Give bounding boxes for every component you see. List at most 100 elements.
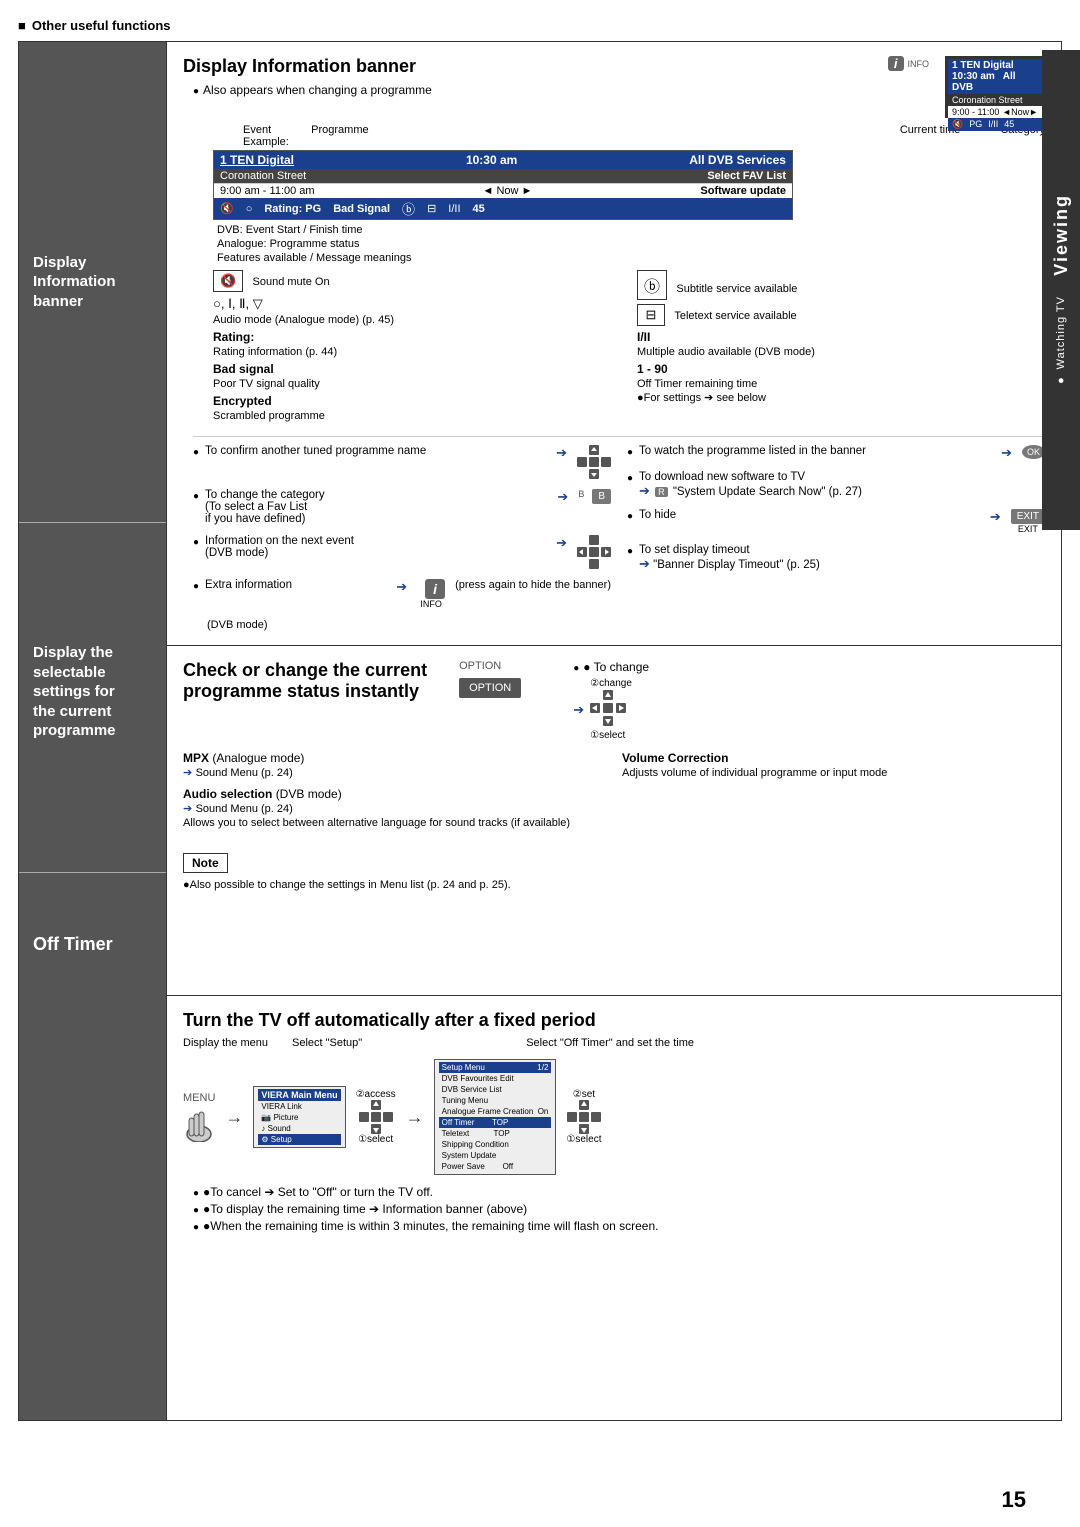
flow-arrow1: → [225, 1107, 243, 1128]
features-note: Features available / Message meanings [217, 252, 1045, 264]
step1-label: Display the menu [183, 1037, 268, 1049]
setup-menu-group: Setup Menu1/2 DVB Favourites Edit DVB Se… [434, 1059, 557, 1175]
symbol-grid: 🔇 Sound mute On ○, Ⅰ, Ⅱ, ▽ Audio mode (A… [213, 270, 1045, 426]
arrow-icon2: ➔ [557, 489, 568, 505]
exit-button-label: EXIT [1018, 524, 1038, 534]
select2-label: ①select [566, 1134, 601, 1145]
sym-audio: ○, Ⅰ, Ⅱ, ▽ Audio mode (Analogue mode) (p… [213, 296, 621, 326]
section2-controls: OPTION OPTION [459, 660, 521, 698]
section2-note: Note ●Also possible to change the settin… [183, 845, 1045, 891]
key-watchprog-text: To watch the programme listed in the ban… [639, 445, 991, 457]
section-display-banner: Display Information banner Also appears … [167, 42, 1061, 646]
audio-mode-symbol: ○, Ⅰ, Ⅱ, ▽ [213, 296, 263, 311]
banner-fav: All DVB Services [689, 153, 786, 167]
tv-screen: 1 TEN Digital 10:30 am All DVB Coronatio… [945, 56, 1045, 118]
exit-button[interactable]: EXIT [1011, 509, 1045, 524]
option-label: OPTION [459, 660, 501, 672]
off-timer-notes: ●To cancel ➔ Set to "Off" or turn the TV… [183, 1185, 1045, 1233]
option-button[interactable]: OPTION [459, 678, 521, 698]
banner-mockup: 1 TEN Digital 10:30 am All DVB Services … [213, 150, 793, 220]
key-confirm-programme: To confirm another tuned programme name … [193, 445, 611, 479]
dpad-updown-icon [577, 445, 611, 479]
change-dpad: ➔ ②change [573, 678, 649, 741]
info-icon: i [888, 56, 904, 71]
sidebar-display-settings-label: Display theselectablesettings forthe cur… [33, 643, 116, 741]
dvb-note: DVB: Event Start / Finish time [217, 224, 1045, 236]
setup-menu: Setup Menu1/2 DVB Favourites Edit DVB Se… [434, 1059, 557, 1175]
viera-item-2: ♪ Sound [258, 1123, 340, 1134]
viewing-label: Viewing [1051, 194, 1072, 276]
sidebar-display-info-label: DisplayInformationbanner [33, 253, 116, 312]
viera-menu-group: VIERA Main Menu VIERA Link 📷 Picture ♪ S… [253, 1086, 345, 1148]
sym-encrypted: Encrypted Scrambled programme [213, 394, 621, 422]
b-button-label: B [578, 489, 584, 499]
b-button[interactable]: B [592, 489, 611, 504]
key-confirm-text: To confirm another tuned programme name [205, 445, 546, 457]
banner-prog: Coronation Street [220, 170, 306, 182]
page: Other useful functions DisplayInformatio… [0, 0, 1080, 1527]
banner-audio-icon: I/II [448, 203, 460, 215]
dpad-leftright-icon [577, 535, 611, 569]
sym-multipleaudio: I/II Multiple audio available (DVB mode) [637, 330, 1045, 358]
section2-title: Check or change the currentprogramme sta… [183, 660, 427, 702]
r-button[interactable]: R [655, 487, 668, 497]
sym-subtitle: ⓑ Subtitle service available [637, 270, 1045, 300]
settings-layout: MPX (Analogue mode) ➔ Sound Menu (p. 24)… [183, 751, 1045, 837]
banner-mute-icon: 🔇 [220, 202, 234, 215]
key-change-category: To change the category(To select a Fav L… [193, 489, 611, 525]
banner-now: ◄ Now ► [483, 185, 533, 197]
section2-tochange: ● To change ➔ ②change [563, 660, 649, 741]
subtitle-symbol: ⓑ [637, 270, 667, 300]
offtimer-label: Off Timer remaining time [637, 378, 757, 390]
keys-col-right: To watch the programme listed in the ban… [627, 445, 1045, 631]
step2-label: Select "Setup" [292, 1037, 362, 1049]
audio-selection-detail: (DVB mode) [276, 787, 342, 801]
key-download-software: To download new software to TV ➔ R "Syst… [627, 471, 1045, 499]
banner-signal: Bad Signal [333, 203, 390, 215]
audio-arrow: ➔ [183, 803, 192, 815]
flash-note: ●When the remaining time is within 3 min… [193, 1219, 1045, 1233]
key-hide-text: To hide [639, 509, 980, 521]
arrow-icon: ➔ [556, 445, 567, 461]
tv-banner-row2: Coronation Street [948, 94, 1042, 106]
key-category-text: To change the category(To select a Fav L… [205, 489, 547, 525]
setup-item-4: Off Timer TOP [439, 1117, 552, 1128]
audio-selection-setting: Audio selection (DVB mode) ➔ Sound Menu … [183, 787, 606, 829]
arrow-icon5: ➔ [1001, 445, 1012, 461]
dpad-change-container: ②change [590, 678, 632, 741]
section3-title: Turn the TV off automatically after a fi… [183, 1010, 1045, 1031]
sym-badsignal: Bad signal Poor TV signal quality [213, 362, 621, 390]
press-again-text: (press again to hide the banner) [455, 579, 611, 591]
settings-left: MPX (Analogue mode) ➔ Sound Menu (p. 24)… [183, 751, 606, 837]
off-timer-labels: Display the menu Select "Setup" Select "… [183, 1037, 1045, 1049]
label-event: Event [243, 124, 271, 136]
settings-right: Volume Correction Adjusts volume of indi… [622, 751, 1045, 837]
label-programme: Programme [311, 124, 368, 136]
mpx-setting: MPX (Analogue mode) ➔ Sound Menu (p. 24) [183, 751, 606, 779]
key-hide: To hide ➔ EXIT EXIT [627, 509, 1045, 534]
key-set-timeout: To set display timeout ➔ "Banner Display… [627, 544, 1045, 572]
flow-dpad1: ②access ①select [356, 1089, 396, 1145]
banner-circle-icon: ○ [246, 203, 253, 215]
select-label-text: ①select [590, 730, 632, 741]
mpx-label: MPX [183, 751, 209, 765]
banner-subtitle-icon: ⓑ [402, 199, 415, 218]
sidebar-display-settings: Display theselectablesettings forthe cur… [19, 522, 166, 872]
setup-title: Setup Menu1/2 [439, 1062, 552, 1073]
mute-label: Sound mute On [253, 276, 330, 288]
tv-banner-row4: 🔇PGI/II45 [948, 118, 1042, 131]
dpad-change-icon [590, 690, 626, 726]
audio-mode-label: Audio mode (Analogue mode) (p. 45) [213, 314, 394, 326]
sym-mute: 🔇 Sound mute On [213, 270, 621, 292]
tv-banner-row1: 1 TEN Digital 10:30 am All DVB [948, 59, 1042, 94]
key-watch-programme: To watch the programme listed in the ban… [627, 445, 1045, 461]
teletext-symbol: ⊟ [637, 304, 665, 326]
setup-item-5: Teletext TOP [439, 1128, 552, 1139]
exit-button-container: EXIT EXIT [1011, 509, 1045, 534]
keys-section: To confirm another tuned programme name … [193, 436, 1045, 631]
offtimer-symbol: 1 - 90 [637, 362, 668, 376]
setup-item-8: Power Save Off [439, 1161, 552, 1172]
mute-symbol: 🔇 [213, 270, 243, 292]
info-button[interactable]: i [425, 579, 445, 599]
dpad-flow2-icon [567, 1100, 601, 1134]
